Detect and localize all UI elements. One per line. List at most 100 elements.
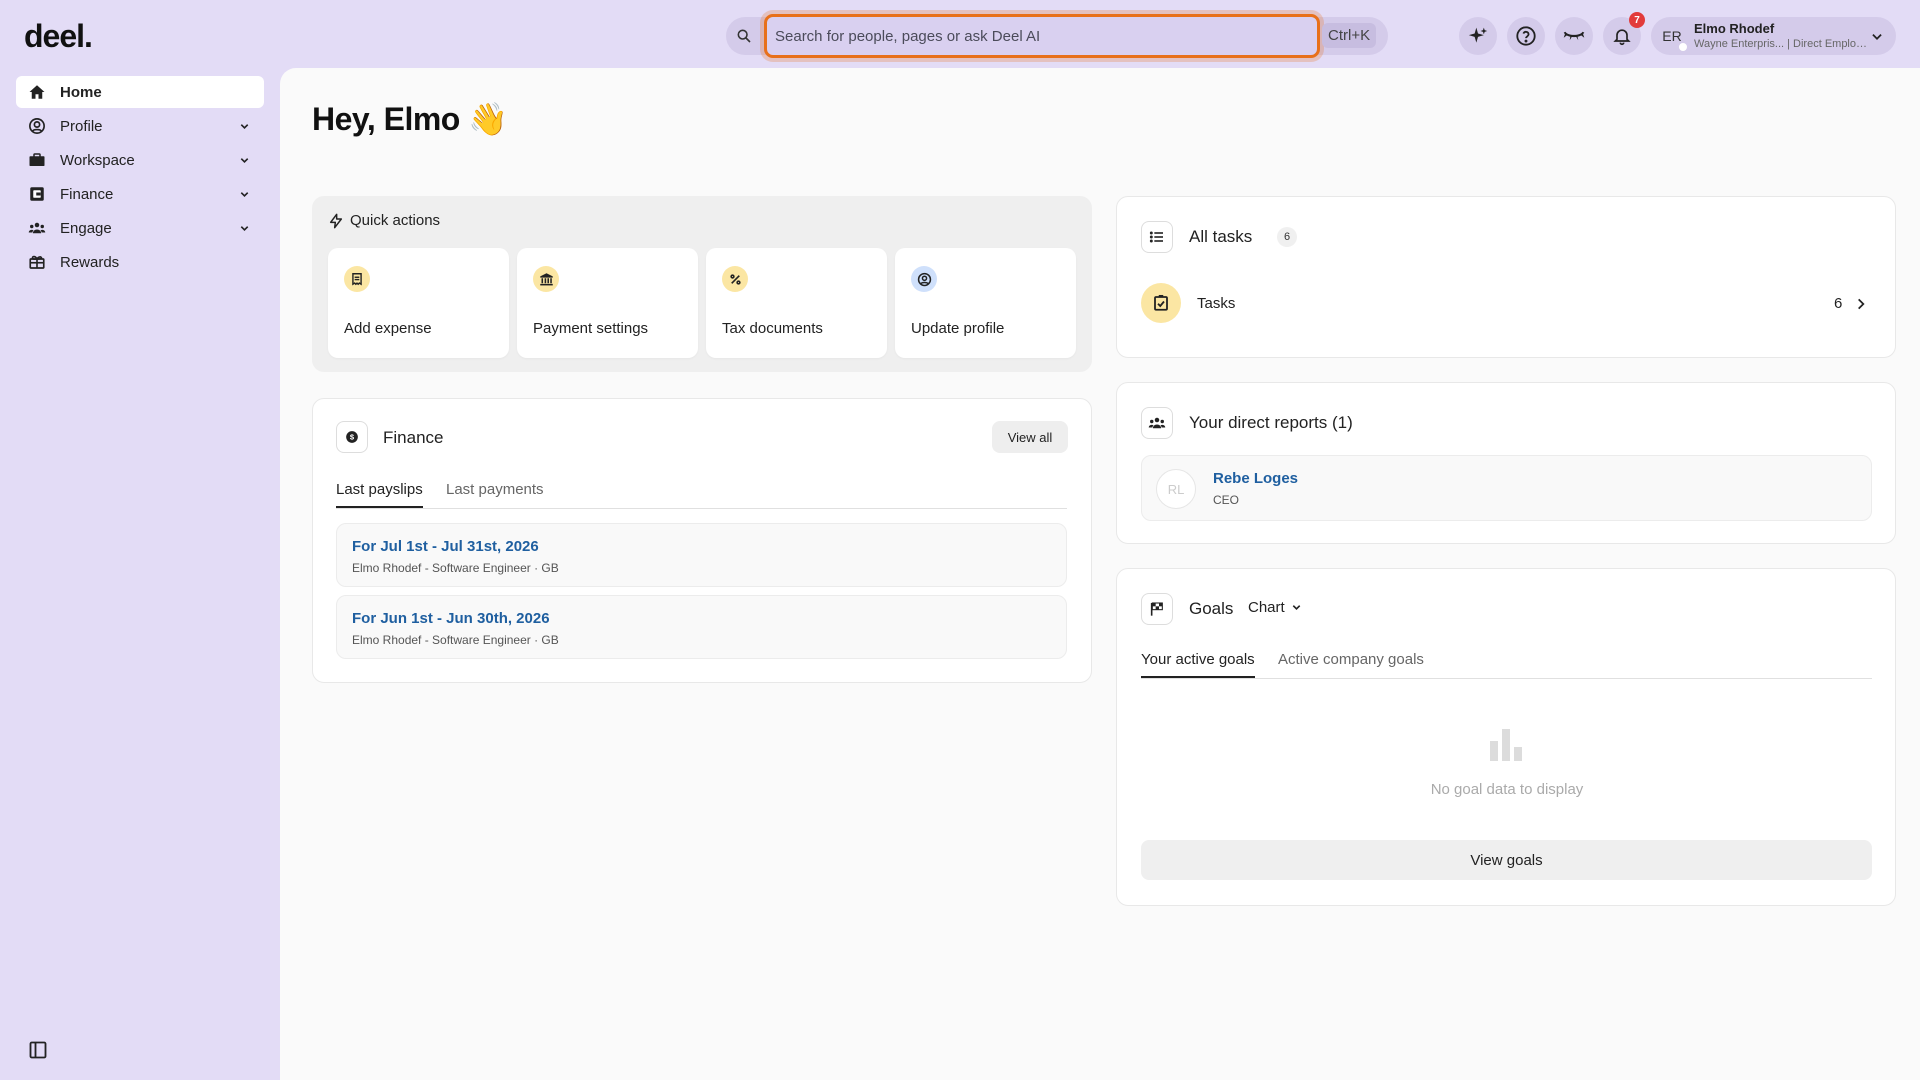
goals-empty-state: No goal data to display xyxy=(1430,781,1584,798)
chevron-down-icon xyxy=(239,155,250,166)
finance-view-all-button[interactable]: View all xyxy=(992,421,1068,453)
notifications-button[interactable]: 7 xyxy=(1603,12,1645,55)
wave-emoji: 👋 xyxy=(468,101,508,137)
view-goals-button[interactable]: View goals xyxy=(1141,840,1872,880)
payslip-period-link[interactable]: For Jun 1st - Jun 30th, 2026 xyxy=(352,610,550,627)
people-group-icon xyxy=(28,219,48,237)
user-circle-icon xyxy=(911,266,937,292)
flag-icon xyxy=(1141,593,1173,625)
chevron-down-icon xyxy=(239,223,250,234)
tasks-count-badge: 6 xyxy=(1277,227,1297,247)
deel-ai-button[interactable] xyxy=(1459,17,1497,55)
sidebar-item-home[interactable]: Home xyxy=(16,76,264,108)
sparkle-icon xyxy=(1468,26,1488,46)
tasks-row-label: Tasks xyxy=(1197,295,1236,312)
chevron-right-icon xyxy=(1854,297,1868,311)
search-shortcut-hint: Ctrl+K xyxy=(1322,23,1377,48)
percent-icon xyxy=(722,266,748,292)
sidebar-item-rewards[interactable]: Rewards xyxy=(16,246,264,278)
search-bar: Ctrl+K xyxy=(726,14,1388,58)
sidebar-item-label: Workspace xyxy=(60,151,135,169)
user-menu[interactable]: ER Elmo Rhodef Wayne Enterpris... | Dire… xyxy=(1651,17,1896,55)
payslip-period-link[interactable]: For Jul 1st - Jul 31st, 2026 xyxy=(352,538,539,555)
chevron-down-icon xyxy=(239,121,250,132)
bar-chart-icon xyxy=(1489,729,1523,761)
payslip-details: Elmo Rhodef - Software Engineer · GB xyxy=(352,561,559,575)
receipt-icon xyxy=(344,266,370,292)
sidebar-item-finance[interactable]: Finance xyxy=(16,178,264,210)
notification-count-badge: 7 xyxy=(1629,12,1645,28)
quick-action-label: Payment settings xyxy=(533,320,649,337)
tasks-title: All tasks xyxy=(1189,227,1253,246)
world-event-button[interactable] xyxy=(1555,17,1593,55)
finance-tabs: Last payslips Last payments xyxy=(336,475,1067,509)
sidebar-item-label: Profile xyxy=(60,117,103,135)
list-icon xyxy=(1141,221,1173,253)
greeting-text: Hey, Elmo xyxy=(312,101,460,137)
quick-actions-panel: Quick actions Add expense Payment settin… xyxy=(312,196,1092,372)
wallet-icon xyxy=(28,185,48,203)
page-title: Hey, Elmo 👋 xyxy=(312,100,508,138)
tasks-row-count: 6 xyxy=(1834,295,1843,312)
direct-reports-title: Your direct reports (1) xyxy=(1189,413,1353,432)
search-input[interactable] xyxy=(764,14,1320,58)
sidebar-item-profile[interactable]: Profile xyxy=(16,110,264,142)
payslip-row[interactable]: For Jul 1st - Jul 31st, 2026 Elmo Rhodef… xyxy=(336,523,1067,587)
report-name-link[interactable]: Rebe Loges xyxy=(1213,470,1298,487)
home-icon xyxy=(28,83,48,101)
tab-last-payments[interactable]: Last payments xyxy=(446,481,544,506)
tab-active-company-goals[interactable]: Active company goals xyxy=(1278,651,1424,676)
quick-action-label: Tax documents xyxy=(722,320,823,337)
direct-report-row[interactable]: RL Rebe Loges CEO xyxy=(1141,455,1872,521)
chevron-down-icon xyxy=(1291,602,1302,613)
checklist-icon xyxy=(1141,283,1181,323)
sidebar-nav: Home Profile Workspace Finance Engage Re… xyxy=(16,76,264,280)
sidebar-item-label: Finance xyxy=(60,185,114,203)
main-content: Hey, Elmo 👋 Quick actions Add expense Pa… xyxy=(280,68,1920,1080)
add-expense-button[interactable]: Add expense xyxy=(328,248,509,358)
quick-action-label: Add expense xyxy=(344,320,432,337)
quick-action-label: Update profile xyxy=(911,320,1005,337)
payslip-details: Elmo Rhodef - Software Engineer · GB xyxy=(352,633,559,647)
payment-settings-button[interactable]: Payment settings xyxy=(517,248,698,358)
sidebar-item-engage[interactable]: Engage xyxy=(16,212,264,244)
sidebar-panel-icon xyxy=(28,1040,48,1060)
sidebar-item-workspace[interactable]: Workspace xyxy=(16,144,264,176)
finance-card: $ Finance View all Last payslips Last pa… xyxy=(312,398,1092,683)
user-organization: Wayne Enterpris... | Direct Employ... xyxy=(1694,38,1869,50)
tab-your-active-goals[interactable]: Your active goals xyxy=(1141,651,1255,678)
payslip-row[interactable]: For Jun 1st - Jun 30th, 2026 Elmo Rhodef… xyxy=(336,595,1067,659)
quick-actions-header: Quick actions xyxy=(328,212,440,229)
bank-icon xyxy=(533,266,559,292)
lightning-icon xyxy=(328,213,350,229)
user-name: Elmo Rhodef xyxy=(1694,21,1775,36)
bell-icon xyxy=(1612,26,1632,46)
report-role: CEO xyxy=(1213,493,1240,507)
help-button[interactable] xyxy=(1507,17,1545,55)
tax-documents-button[interactable]: Tax documents xyxy=(706,248,887,358)
dollar-coin-icon: $ xyxy=(336,421,368,453)
quick-actions-title: Quick actions xyxy=(350,212,441,229)
goals-card: Goals Chart Your active goals Active com… xyxy=(1116,568,1896,906)
gift-icon xyxy=(28,253,48,271)
search-icon xyxy=(736,28,752,44)
sidebar-item-label: Rewards xyxy=(60,253,120,271)
status-dot xyxy=(1677,41,1689,53)
direct-reports-card: Your direct reports (1) RL Rebe Loges CE… xyxy=(1116,382,1896,544)
help-icon xyxy=(1515,25,1537,47)
deel-logo[interactable]: deel. xyxy=(24,18,93,55)
finance-title: Finance xyxy=(383,428,444,447)
sidebar-item-label: Home xyxy=(60,83,102,101)
goals-view-select[interactable]: Chart xyxy=(1248,599,1302,616)
team-icon xyxy=(1141,407,1173,439)
chevron-down-icon xyxy=(239,189,250,200)
avatar: RL xyxy=(1156,469,1196,509)
collapse-sidebar-button[interactable] xyxy=(28,1040,48,1060)
briefcase-icon xyxy=(28,151,48,169)
goals-tabs: Your active goals Active company goals xyxy=(1141,645,1872,679)
update-profile-button[interactable]: Update profile xyxy=(895,248,1076,358)
eyes-closed-icon xyxy=(1562,26,1586,46)
tab-last-payslips[interactable]: Last payslips xyxy=(336,481,423,508)
goals-view-value: Chart xyxy=(1248,599,1285,616)
goals-title: Goals xyxy=(1189,599,1234,618)
